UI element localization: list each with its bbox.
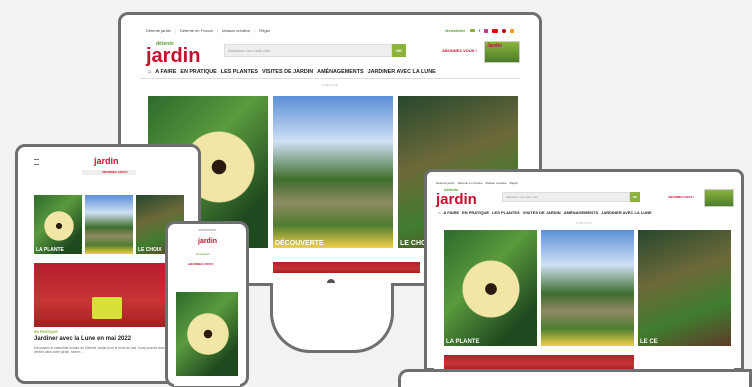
topbar-link-regal[interactable]: Régal [259,28,269,33]
tablet-screen: jardin ABONNEZ-VOUS ! LA PLANTE LE CHOIX… [32,156,184,376]
instagram-icon[interactable] [484,28,488,33]
tablet-article-image[interactable] [34,263,184,327]
laptop-nav-item-les-plantes[interactable]: LES PLANTES [492,210,520,215]
tablet-logo[interactable]: jardin [94,157,119,166]
topbar-link-detente-jardin[interactable]: Détente jardin [146,28,171,33]
tablet-article-tag: EN PRATIQUE [34,330,58,334]
monitor-stand [270,283,394,353]
featured-banner[interactable] [273,262,420,273]
rss-icon[interactable] [510,28,514,33]
tablet-flower-image [42,209,76,243]
nav-item-visites[interactable]: VISITES DE JARDIN [262,69,313,75]
laptop-logo-wordmark: jardin [436,191,477,208]
laptop-featured-banner[interactable] [444,355,634,370]
nav-item-lune[interactable]: JARDINER AVEC LA LUNE [368,69,436,75]
tablet-card-plant[interactable]: LA PLANTE [34,195,82,254]
magazine-cover[interactable]: Jardin [484,41,520,63]
newsletter-link[interactable]: Newsletter [445,28,465,33]
laptop-device: Détente jardin Détente en France Maison … [424,169,744,371]
ad-label: PUBLICITÉ [322,83,338,87]
laptop-logo[interactable]: détente jardin [436,187,482,207]
laptop-nav-item-visites[interactable]: VISITES DE JARDIN [523,210,561,215]
tablet-card-choice-caption: LE CHOIX [138,247,162,253]
laptop-card-plant-caption: LA PLANTE [446,339,480,345]
laptop-card-choice[interactable]: LE CE [638,230,731,346]
laptop-nav-item-amenagements[interactable]: AMÉNAGEMENTS [564,210,598,215]
laptop-nav-item-a-faire[interactable]: A FAIRE [443,210,459,215]
phone-card-plant[interactable] [176,292,238,376]
laptop-screen: Détente jardin Détente en France Maison … [434,179,734,370]
nav-divider [140,78,520,79]
phone-subscribe[interactable]: ABONNEZ-VOUS ! [188,262,214,266]
laptop-search-input[interactable]: Saisissez vos mots clés [502,192,630,202]
laptop-topbar: Détente jardin Détente en France Maison … [434,179,734,186]
topbar-link-maison-creative[interactable]: Maison créative [222,28,250,33]
search-ok-button[interactable]: OK [392,44,406,57]
laptop-subscribe-link[interactable]: ABONNEZ-VOUS ! [668,195,694,199]
pot-image [92,297,122,319]
topbar-link-detente-france[interactable]: Détente en France [180,28,213,33]
laptop-ad-label: PUBLICITÉ [576,221,592,225]
laptop-card-choice-caption: LE CE [640,339,658,345]
nav-item-amenagements[interactable]: AMÉNAGEMENTS [317,69,363,75]
laptop-card-plant[interactable]: LA PLANTE [444,230,537,346]
laptop-nav-item-lune[interactable]: JARDINER AVEC LA LUNE [601,210,652,215]
phone-newsletter[interactable]: Newsletter [196,252,210,256]
phone-logo[interactable]: jardin [198,238,217,245]
card-discovery-caption: DÉCOUVERTE [275,240,324,247]
laptop-topbar-link-4[interactable]: Régal [510,181,518,185]
laptop-flower-image [458,256,524,322]
desktop-topbar: Détente jardin | Détente en France | Mai… [140,26,520,35]
tablet-card-plant-caption: LA PLANTE [36,247,64,253]
nav-item-a-faire[interactable]: A FAIRE [155,69,176,75]
subscribe-link[interactable]: ABONNEZ-VOUS ! [442,48,477,53]
laptop-base [398,369,752,387]
tablet-subscribe[interactable]: ABONNEZ-VOUS ! [102,170,128,174]
facebook-icon[interactable]: f [479,28,480,33]
phone-flower-image [184,310,232,358]
nav-item-les-plantes[interactable]: LES PLANTES [221,69,258,75]
youtube-icon[interactable] [492,28,498,33]
laptop-search-ok-button[interactable]: OK [630,192,640,202]
main-nav: ⌂ A FAIRE EN PRATIQUE LES PLANTES VISITE… [148,69,436,75]
laptop-home-icon[interactable]: ⌂ [438,210,440,215]
logo-wordmark: jardin [146,45,201,67]
laptop-topbar-link-1[interactable]: Détente jardin [436,181,455,185]
laptop-magazine-cover[interactable] [704,189,734,207]
tablet-menu-icon[interactable] [34,159,39,165]
search-input[interactable]: Saisissez vos mots clés [224,44,392,57]
phone-device: jardin Newsletter ABONNEZ-VOUS ! [165,221,249,387]
pinterest-icon[interactable] [502,28,506,33]
nav-item-en-pratique[interactable]: EN PRATIQUE [180,69,216,75]
laptop-main-nav: ⌂ A FAIRE EN PRATIQUE LES PLANTES VISITE… [438,210,652,215]
tablet-card-discovery[interactable] [85,195,133,254]
home-icon[interactable]: ⌂ [148,69,151,75]
tablet-article-excerpt: Découvrez le calendrier lunaire de Déten… [34,346,174,355]
laptop-topbar-link-3[interactable]: Maison créative [486,181,507,185]
phone-speaker [198,229,216,231]
site-logo[interactable]: détente jardin [146,39,206,67]
laptop-card-discovery[interactable] [541,230,634,346]
magazine-title: Jardin [487,43,503,49]
phone-screen: jardin Newsletter ABONNEZ-VOUS ! [174,236,240,386]
laptop-topbar-link-2[interactable]: Détente en France [458,181,483,185]
card-discovery[interactable]: DÉCOUVERTE [273,96,393,248]
tablet-article-title[interactable]: Jardiner avec la Lune en mai 2022 [34,336,131,342]
mail-icon[interactable] [469,29,475,32]
laptop-nav-item-en-pratique[interactable]: EN PRATIQUE [462,210,489,215]
